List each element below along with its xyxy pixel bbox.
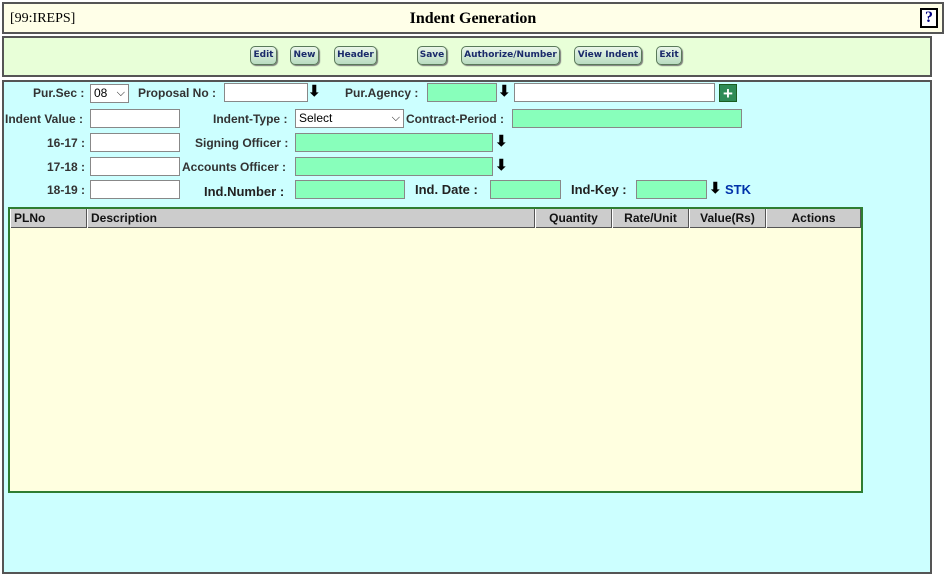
col-rate-unit: Rate/Unit — [612, 209, 689, 228]
pur-agency-label: Pur.Agency : — [345, 86, 419, 100]
ind-number-label: Ind.Number : — [204, 184, 285, 199]
save-button[interactable]: Save — [417, 46, 447, 65]
signing-officer-input[interactable] — [295, 133, 493, 152]
accounts-officer-lookup-icon[interactable]: ⬇ — [495, 157, 508, 175]
chevron-down-icon: ⌵ — [391, 112, 400, 124]
col-actions: Actions — [766, 209, 861, 228]
indent-value-input[interactable] — [90, 109, 180, 128]
proposal-lookup-icon[interactable]: ⬇ — [308, 83, 321, 101]
col-description: Description — [87, 209, 535, 228]
accounts-officer-label: Accounts Officer : — [182, 160, 287, 174]
help-icon[interactable]: ? — [920, 8, 938, 28]
new-button[interactable]: New — [290, 46, 319, 65]
proposal-no-input[interactable] — [224, 83, 308, 102]
pur-agency-code-input[interactable] — [427, 83, 497, 102]
year-16-17-label: 16-17 : — [47, 136, 86, 150]
year-18-19-label: 18-19 : — [47, 183, 86, 197]
pur-agency-lookup-icon[interactable]: ⬇ — [498, 83, 511, 101]
accounts-officer-input[interactable] — [295, 157, 493, 176]
view-indent-button[interactable]: View Indent — [574, 46, 642, 65]
plus-icon[interactable]: + — [719, 84, 737, 102]
signing-officer-lookup-icon[interactable]: ⬇ — [495, 133, 508, 151]
title-bar: [99:IREPS] Indent Generation ? — [2, 2, 944, 34]
pur-agency-name-input[interactable] — [514, 83, 715, 102]
proposal-no-label: Proposal No : — [138, 86, 217, 100]
contract-period-input[interactable] — [512, 109, 742, 128]
ind-date-label: Ind. Date : — [415, 182, 478, 197]
grid-header: PLNo Description Quantity Rate/Unit Valu… — [10, 209, 861, 228]
page-title: Indent Generation — [409, 10, 537, 27]
contract-period-label: Contract-Period : — [406, 112, 505, 126]
chevron-down-icon: ⌵ — [116, 87, 125, 99]
header-button[interactable]: Header — [334, 46, 377, 65]
year-17-18-input[interactable] — [90, 157, 180, 176]
indent-value-label: Indent Value : — [5, 112, 84, 126]
stk-link[interactable]: STK — [725, 182, 751, 197]
pur-sec-value: 08 — [94, 86, 108, 100]
col-quantity: Quantity — [535, 209, 612, 228]
ind-key-lookup-icon[interactable]: ⬇ — [709, 180, 722, 198]
toolbar: Edit New Header Save Authorize/Number Vi… — [2, 36, 932, 77]
indent-items-grid: PLNo Description Quantity Rate/Unit Valu… — [8, 207, 863, 493]
indent-type-label: Indent-Type : — [213, 112, 288, 126]
year-18-19-input[interactable] — [90, 180, 180, 199]
exit-button[interactable]: Exit — [656, 46, 682, 65]
ind-date-input[interactable] — [490, 180, 561, 199]
signing-officer-label: Signing Officer : — [195, 136, 289, 150]
edit-button[interactable]: Edit — [250, 46, 277, 65]
pur-sec-select[interactable]: 08 ⌵ — [90, 84, 129, 103]
ind-key-label: Ind-Key : — [571, 182, 627, 197]
col-value: Value(Rs) — [689, 209, 766, 228]
indent-type-value: Select — [299, 111, 333, 125]
indent-type-select[interactable]: Select ⌵ — [295, 109, 404, 128]
col-plno: PLNo — [10, 209, 87, 228]
year-17-18-label: 17-18 : — [47, 160, 86, 174]
authorize-number-button[interactable]: Authorize/Number — [461, 46, 560, 65]
ind-key-input[interactable] — [636, 180, 707, 199]
pur-sec-label: Pur.Sec : — [33, 86, 85, 100]
ind-number-input[interactable] — [295, 180, 405, 199]
year-16-17-input[interactable] — [90, 133, 180, 152]
